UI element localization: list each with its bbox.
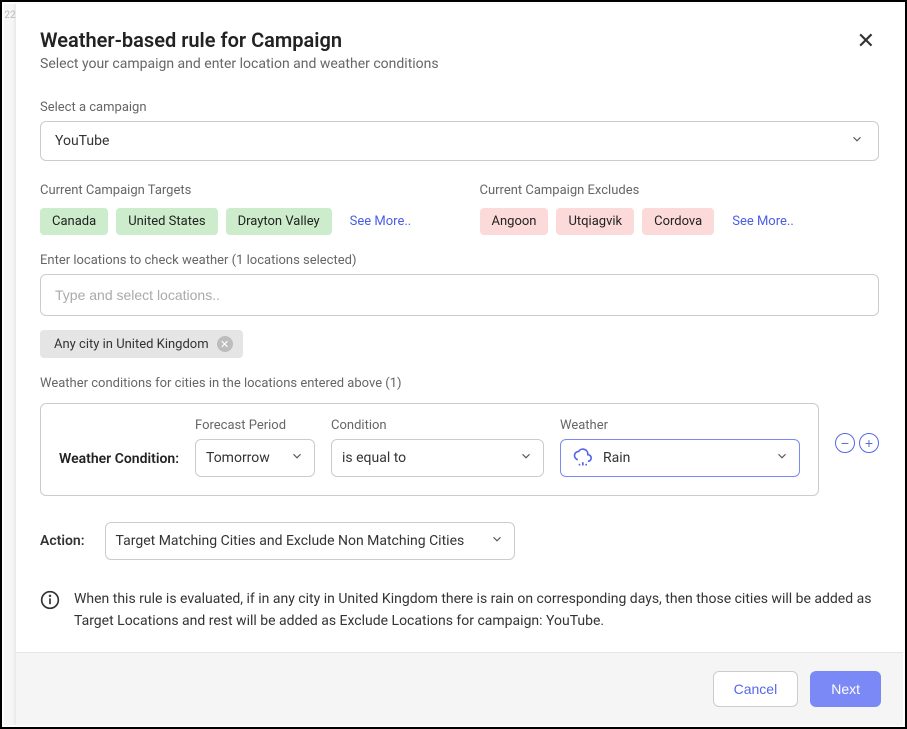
- minus-icon: −: [841, 436, 849, 450]
- remove-condition-button[interactable]: −: [835, 433, 855, 453]
- targets-see-more-link[interactable]: See More..: [350, 214, 412, 229]
- location-tag: Any city in United Kingdom ✕: [40, 330, 243, 358]
- target-chip: United States: [116, 208, 217, 235]
- modal-header: Weather-based rule for Campaign Select y…: [16, 4, 903, 80]
- excludes-label: Current Campaign Excludes: [480, 183, 880, 198]
- locations-label: Enter locations to check weather (1 loca…: [40, 253, 879, 268]
- chevron-down-icon: [290, 449, 304, 467]
- action-select[interactable]: Target Matching Cities and Exclude Non M…: [105, 522, 515, 560]
- target-chip: Drayton Valley: [226, 208, 332, 235]
- add-condition-button[interactable]: +: [859, 433, 879, 453]
- next-button[interactable]: Next: [810, 671, 881, 707]
- condition-row-title: Weather Condition:: [59, 451, 179, 477]
- location-tag-label: Any city in United Kingdom: [54, 337, 209, 352]
- exclude-chip: Cordova: [642, 208, 714, 235]
- plus-icon: +: [865, 436, 873, 450]
- cancel-button[interactable]: Cancel: [713, 671, 799, 707]
- chevron-down-icon: [850, 132, 864, 150]
- target-chip: Canada: [40, 208, 108, 235]
- modal-subtitle: Select your campaign and enter location …: [40, 56, 439, 72]
- excludes-see-more-link[interactable]: See More..: [732, 214, 794, 229]
- condition-label: Condition: [331, 418, 544, 433]
- modal-body: Select a campaign YouTube Current Campai…: [16, 80, 903, 652]
- condition-select[interactable]: is equal to: [331, 439, 544, 477]
- modal-title: Weather-based rule for Campaign: [40, 28, 439, 52]
- modal-footer: Cancel Next: [16, 652, 903, 725]
- chevron-down-icon: [519, 449, 533, 467]
- forecast-period-select[interactable]: Tomorrow: [195, 439, 315, 477]
- rain-icon: [571, 449, 593, 467]
- remove-tag-icon[interactable]: ✕: [217, 336, 233, 352]
- action-value: Target Matching Cities and Exclude Non M…: [116, 533, 465, 549]
- weather-label: Weather: [560, 418, 800, 433]
- close-button[interactable]: ✕: [853, 28, 879, 54]
- forecast-period-label: Forecast Period: [195, 418, 315, 433]
- background-strip: 22: [4, 4, 16, 725]
- info-text: When this rule is evaluated, if in any c…: [74, 588, 879, 633]
- chevron-down-icon: [775, 449, 789, 467]
- locations-input[interactable]: [40, 274, 879, 316]
- condition-value: is equal to: [342, 450, 406, 466]
- weather-value: Rain: [603, 450, 630, 466]
- modal: Weather-based rule for Campaign Select y…: [16, 4, 903, 725]
- action-label: Action:: [40, 533, 85, 549]
- excludes-chips: Angoon Utqiagvik Cordova See More..: [480, 208, 880, 235]
- exclude-chip: Angoon: [480, 208, 549, 235]
- targets-label: Current Campaign Targets: [40, 183, 440, 198]
- campaign-select[interactable]: YouTube: [40, 121, 879, 161]
- forecast-period-value: Tomorrow: [206, 450, 270, 466]
- targets-chips: Canada United States Drayton Valley See …: [40, 208, 440, 235]
- conditions-label: Weather conditions for cities in the loc…: [40, 376, 879, 391]
- exclude-chip: Utqiagvik: [556, 208, 634, 235]
- campaign-selected-value: YouTube: [55, 133, 109, 149]
- close-icon: ✕: [857, 28, 875, 53]
- info-icon: [40, 590, 60, 610]
- chevron-down-icon: [490, 532, 504, 550]
- campaign-label: Select a campaign: [40, 100, 879, 115]
- weather-select[interactable]: Rain: [560, 439, 800, 477]
- condition-box: Weather Condition: Forecast Period Tomor…: [40, 403, 819, 496]
